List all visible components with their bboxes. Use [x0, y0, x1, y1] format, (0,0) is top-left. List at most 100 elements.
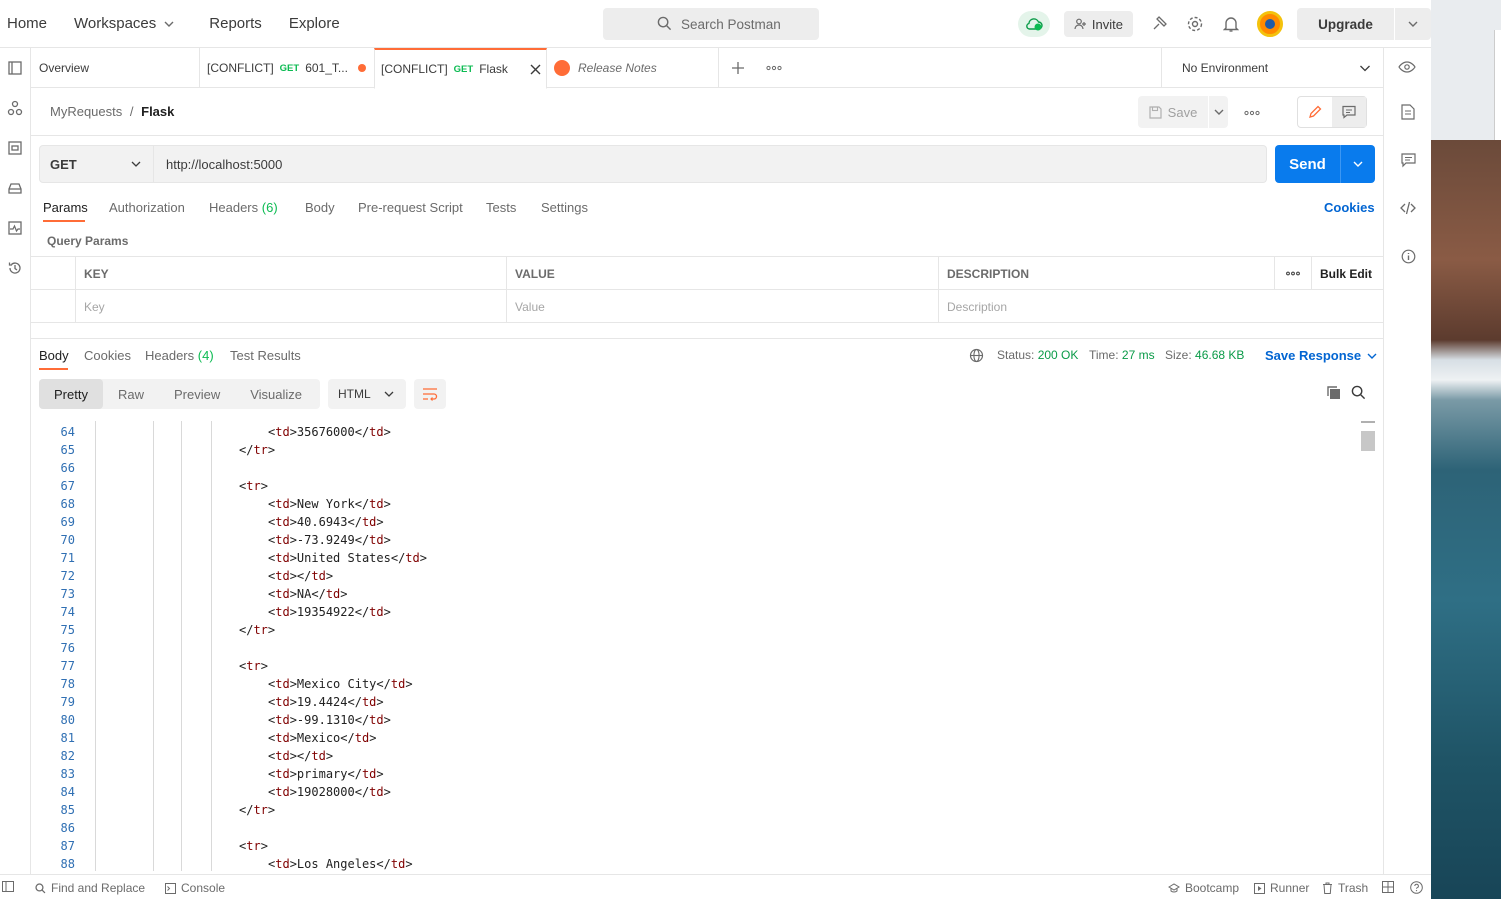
- tab-params[interactable]: Params: [43, 200, 88, 215]
- tab-prerequest-script[interactable]: Pre-request Script: [358, 200, 463, 215]
- save-button[interactable]: Save: [1138, 96, 1228, 128]
- save-response-button[interactable]: Save Response: [1265, 348, 1377, 363]
- bulk-edit-button[interactable]: Bulk Edit: [1311, 257, 1383, 290]
- response-tab-headers[interactable]: Headers (4): [145, 348, 214, 363]
- satellite-icon[interactable]: [1149, 14, 1169, 34]
- console-button[interactable]: Console: [165, 881, 225, 895]
- response-code-viewer[interactable]: 64 <td>35676000</td> 65 </tr> 66 67 <tr> 68 <td>…: [31, 421, 1361, 871]
- user-avatar[interactable]: [1257, 11, 1283, 37]
- apis-icon[interactable]: [4, 97, 26, 119]
- tab-headers[interactable]: Headers (6): [209, 200, 278, 215]
- line-number: 78: [60, 677, 75, 691]
- url-value: http://localhost:5000: [166, 156, 283, 172]
- new-tab-button[interactable]: [731, 48, 745, 88]
- value-input[interactable]: Value: [506, 290, 939, 323]
- code-snippet-icon[interactable]: [1397, 197, 1419, 219]
- help-icon[interactable]: [1410, 881, 1423, 894]
- tab-tests[interactable]: Tests: [486, 200, 516, 215]
- response-size[interactable]: Size: 46.68 KB: [1165, 348, 1244, 362]
- upgrade-dropdown[interactable]: [1395, 8, 1431, 40]
- nav-reports[interactable]: Reports: [209, 15, 262, 32]
- invite-button[interactable]: Invite: [1063, 11, 1133, 37]
- nav-workspaces[interactable]: Workspaces: [74, 15, 174, 32]
- code-scrollbar[interactable]: [1361, 421, 1376, 871]
- view-pretty-button[interactable]: Pretty: [39, 379, 103, 409]
- info-icon[interactable]: [1397, 245, 1419, 267]
- tab-options-button[interactable]: [766, 48, 782, 88]
- code-text: </tr>: [239, 623, 276, 637]
- breadcrumb-parent[interactable]: MyRequests: [50, 104, 122, 119]
- trash-button[interactable]: Trash: [1322, 881, 1368, 895]
- documentation-icon[interactable]: [1397, 101, 1419, 123]
- send-dropdown[interactable]: [1341, 145, 1375, 183]
- collections-icon[interactable]: [4, 57, 26, 79]
- request-options-button[interactable]: [1244, 104, 1260, 119]
- response-tab-cookies[interactable]: Cookies: [84, 348, 131, 363]
- tab-conflict-601[interactable]: [CONFLICT] GET 601_T...: [207, 48, 375, 88]
- wrap-lines-button[interactable]: [414, 379, 446, 409]
- send-button[interactable]: Send: [1275, 145, 1375, 183]
- eye-icon[interactable]: [1396, 56, 1418, 78]
- sync-status-button[interactable]: [1017, 11, 1050, 37]
- tab-release-notes[interactable]: Release Notes: [554, 48, 718, 88]
- runner-button[interactable]: Runner: [1254, 881, 1309, 895]
- response-tab-test-results[interactable]: Test Results: [230, 348, 301, 363]
- language-selector[interactable]: HTML: [328, 379, 406, 409]
- scrollbar-thumb[interactable]: [1361, 431, 1375, 451]
- close-icon[interactable]: [530, 64, 541, 75]
- code-line: 76: [31, 639, 1361, 657]
- mock-servers-icon[interactable]: [4, 177, 26, 199]
- column-value: VALUE: [506, 257, 939, 290]
- key-input[interactable]: Key: [75, 290, 507, 323]
- tab-overview[interactable]: Overview: [39, 48, 199, 88]
- cookies-link[interactable]: Cookies: [1324, 200, 1375, 215]
- globe-icon[interactable]: [969, 348, 984, 363]
- nav-explore[interactable]: Explore: [289, 15, 340, 32]
- environment-selector[interactable]: No Environment: [1161, 48, 1383, 88]
- tab-method: GET: [279, 62, 300, 74]
- monitors-icon[interactable]: [4, 217, 26, 239]
- copy-icon[interactable]: [1326, 385, 1342, 404]
- nav-home[interactable]: Home: [7, 15, 47, 32]
- response-status[interactable]: Status: 200 OK: [997, 348, 1078, 362]
- tab-authorization[interactable]: Authorization: [109, 200, 185, 215]
- code-line: 78 <td>Mexico City</td>: [31, 675, 1361, 693]
- runner-label: Runner: [1270, 881, 1310, 895]
- send-label[interactable]: Send: [1275, 145, 1341, 183]
- view-visualize-button[interactable]: Visualize: [235, 379, 317, 409]
- language-label: HTML: [338, 387, 371, 401]
- upgrade-button[interactable]: Upgrade: [1297, 8, 1431, 40]
- description-input[interactable]: Description: [938, 290, 1383, 323]
- release-notes-icon: [554, 60, 570, 76]
- comment-mode-button[interactable]: [1332, 97, 1366, 127]
- search-bar[interactable]: Search Postman: [603, 8, 819, 40]
- breadcrumb-current[interactable]: Flask: [141, 104, 174, 119]
- url-input[interactable]: http://localhost:5000: [154, 145, 1267, 183]
- settings-gear-icon[interactable]: [1185, 14, 1205, 34]
- view-preview-button[interactable]: Preview: [159, 379, 235, 409]
- response-tabs: Body Cookies Headers (4) Test Results St…: [31, 339, 1383, 375]
- desktop-wallpaper: [1431, 0, 1501, 899]
- response-tab-body[interactable]: Body: [39, 348, 69, 363]
- comments-icon[interactable]: [1397, 149, 1419, 171]
- params-options-button[interactable]: [1274, 257, 1311, 290]
- edit-mode-button[interactable]: [1298, 97, 1332, 127]
- view-raw-button[interactable]: Raw: [103, 379, 159, 409]
- layout-toggle-icon[interactable]: [1382, 881, 1394, 893]
- notification-bell-icon[interactable]: [1221, 14, 1241, 34]
- environments-icon[interactable]: [4, 137, 26, 159]
- tab-body[interactable]: Body: [305, 200, 335, 215]
- code-text: <td>Los Angeles</td>: [268, 857, 413, 871]
- method-selector[interactable]: GET: [39, 145, 154, 183]
- save-dropdown[interactable]: [1209, 96, 1228, 128]
- bootcamp-button[interactable]: Bootcamp: [1168, 881, 1239, 895]
- save-button-main[interactable]: Save: [1138, 96, 1209, 128]
- search-icon[interactable]: [1351, 385, 1366, 403]
- response-time[interactable]: Time: 27 ms: [1089, 348, 1155, 362]
- tab-conflict-flask[interactable]: [CONFLICT] GET Flask: [374, 48, 547, 89]
- tab-settings[interactable]: Settings: [541, 200, 588, 215]
- history-icon[interactable]: [4, 257, 26, 279]
- console-label: Console: [181, 881, 226, 895]
- toggle-sidebar-icon[interactable]: [2, 881, 14, 892]
- find-replace-button[interactable]: Find and Replace: [35, 881, 145, 895]
